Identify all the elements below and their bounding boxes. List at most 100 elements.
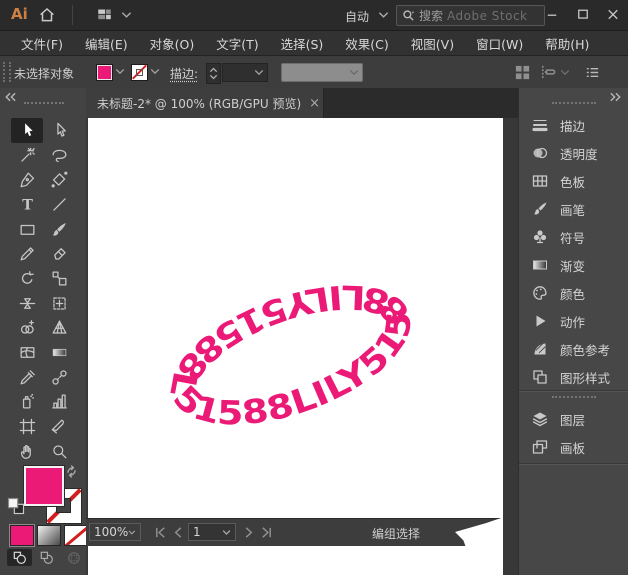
menu-item-5[interactable]: 效果(C) — [334, 34, 399, 53]
panel-menu-icon[interactable] — [584, 64, 601, 81]
maximize-icon[interactable] — [572, 6, 594, 23]
magic-wand-tool-button[interactable] — [11, 143, 43, 168]
panel-tab-color[interactable]: 颜色 — [519, 279, 628, 307]
stroke-weight-label[interactable]: 描边: — [170, 65, 198, 82]
panel-tab-transparency[interactable]: 透明度 — [519, 139, 628, 167]
width-tool-button[interactable] — [11, 291, 43, 316]
symbols-label: 符号 — [560, 228, 585, 247]
panel-tab-group-1: 描边透明度色板画笔符号渐变颜色动作颜色参考图形样式 — [519, 111, 628, 391]
menu-item-7[interactable]: 窗口(W) — [465, 34, 534, 53]
minimize-icon[interactable] — [541, 6, 563, 23]
panel-tab-actions[interactable]: 动作 — [519, 307, 628, 335]
eraser-tool-button[interactable] — [43, 241, 75, 266]
default-fill-stroke-icon[interactable] — [6, 496, 26, 516]
dock-separator — [519, 390, 628, 392]
panel-drag-handle[interactable] — [3, 62, 11, 82]
close-icon[interactable] — [602, 6, 624, 23]
curvature-tool-button[interactable] — [43, 167, 75, 192]
expand-dock-icon[interactable] — [609, 92, 622, 102]
draw-normal-icon[interactable] — [7, 549, 32, 566]
menu-item-0[interactable]: 文件(F) — [10, 34, 74, 53]
last-artboard-icon[interactable] — [260, 526, 273, 539]
artboard-number-combo[interactable]: 1 — [188, 523, 236, 541]
symbol-sprayer-tool-button[interactable] — [11, 390, 43, 415]
menu-item-4[interactable]: 选择(S) — [270, 34, 335, 53]
stroke-weight-stepper[interactable] — [206, 63, 221, 84]
artboard[interactable]: 51588LILY51588LILY51588L — [88, 118, 503, 575]
fill-color-proxy[interactable] — [24, 466, 64, 506]
shaper-tool-icon — [18, 244, 37, 263]
chevron-down-icon[interactable] — [121, 11, 132, 19]
panel-drag-handle[interactable] — [552, 396, 596, 398]
panel-tab-symbols[interactable]: 符号 — [519, 223, 628, 251]
width-tool-icon — [18, 294, 37, 313]
eyedropper-tool-button[interactable] — [11, 365, 43, 390]
menu-item-8[interactable]: 帮助(H) — [534, 34, 600, 53]
zoom-tool-button[interactable] — [43, 439, 75, 464]
panel-tab-color-guide[interactable]: 颜色参考 — [519, 335, 628, 363]
panel-tab-graphic-styles[interactable]: 图形样式 — [519, 363, 628, 391]
transform-grid-icon[interactable] — [514, 64, 531, 81]
previous-artboard-icon[interactable] — [172, 526, 185, 539]
panel-tab-layers[interactable]: 图层 — [519, 405, 628, 433]
gradient-tool-button[interactable] — [43, 340, 75, 365]
gradient-mode-button[interactable] — [37, 525, 61, 546]
selection-tool-button[interactable] — [11, 118, 43, 143]
shape-builder-tool-button[interactable] — [11, 316, 43, 341]
direct-selection-tool-button[interactable] — [43, 118, 75, 143]
chevron-down-icon[interactable] — [150, 68, 160, 75]
pen-tool-button[interactable] — [11, 167, 43, 192]
fill-color-swatch[interactable] — [96, 64, 113, 81]
stroke-weight-combo[interactable] — [222, 63, 268, 82]
first-artboard-icon[interactable] — [154, 526, 167, 539]
shaper-tool-button[interactable] — [11, 241, 43, 266]
chevron-down-icon[interactable] — [560, 69, 570, 76]
line-segment-tool-button[interactable] — [43, 192, 75, 217]
chevron-down-icon[interactable] — [378, 11, 389, 19]
chevron-down-icon[interactable] — [115, 68, 125, 75]
draw-behind-icon[interactable] — [34, 549, 59, 566]
panel-drag-handle[interactable] — [552, 102, 596, 104]
collapse-dock-icon[interactable] — [4, 92, 17, 102]
zoom-level-combo[interactable]: 100% — [89, 523, 141, 541]
panel-tab-artboards[interactable]: 画板 — [519, 433, 628, 461]
rotate-tool-button[interactable] — [11, 266, 43, 291]
menu-item-6[interactable]: 视图(V) — [400, 34, 465, 53]
document-tab[interactable]: 未标题-2* @ 100% (RGB/GPU 预览) × — [86, 88, 324, 118]
blend-tool-button[interactable] — [43, 365, 75, 390]
next-artboard-icon[interactable] — [242, 526, 255, 539]
slice-tool-button[interactable] — [43, 414, 75, 439]
free-transform-tool-button[interactable] — [43, 291, 75, 316]
column-graph-tool-button[interactable] — [43, 390, 75, 415]
lasso-tool-button[interactable] — [43, 143, 75, 168]
workspace-mode-label[interactable]: 自动 — [345, 8, 369, 25]
rectangle-tool-button[interactable] — [11, 217, 43, 242]
perspective-grid-tool-button[interactable] — [43, 316, 75, 341]
scale-tool-button[interactable] — [43, 266, 75, 291]
panel-tab-swatches[interactable]: 色板 — [519, 167, 628, 195]
mesh-tool-button[interactable] — [11, 340, 43, 365]
align-objects-icon[interactable] — [539, 64, 556, 81]
dock-separator — [519, 463, 628, 465]
color-mode-button[interactable] — [10, 525, 34, 546]
swatches-label: 色板 — [560, 172, 585, 191]
stroke-color-swatch[interactable] — [131, 64, 148, 81]
type-tool-button[interactable]: T — [11, 192, 43, 217]
menu-item-2[interactable]: 对象(O) — [139, 34, 206, 53]
swap-fill-stroke-icon[interactable] — [64, 464, 79, 479]
home-icon[interactable] — [38, 6, 56, 24]
workspace-switcher-icon[interactable] — [96, 7, 113, 22]
panel-dock: 描边透明度色板画笔符号渐变颜色动作颜色参考图形样式 图层画板 — [518, 88, 628, 575]
search-input[interactable]: 搜索 Adobe Stock — [396, 5, 545, 26]
panel-tab-stroke[interactable]: 描边 — [519, 111, 628, 139]
artboard-tool-button[interactable] — [11, 414, 43, 439]
hand-tool-button[interactable] — [11, 439, 43, 464]
menu-item-3[interactable]: 文字(T) — [205, 34, 269, 53]
paintbrush-tool-button[interactable] — [43, 217, 75, 242]
none-mode-button[interactable] — [64, 525, 88, 546]
panel-tab-brushes[interactable]: 画笔 — [519, 195, 628, 223]
tab-close-icon[interactable]: × — [309, 97, 320, 110]
panel-drag-handle[interactable] — [24, 102, 64, 104]
menu-item-1[interactable]: 编辑(E) — [74, 34, 139, 53]
panel-tab-gradient[interactable]: 渐变 — [519, 251, 628, 279]
